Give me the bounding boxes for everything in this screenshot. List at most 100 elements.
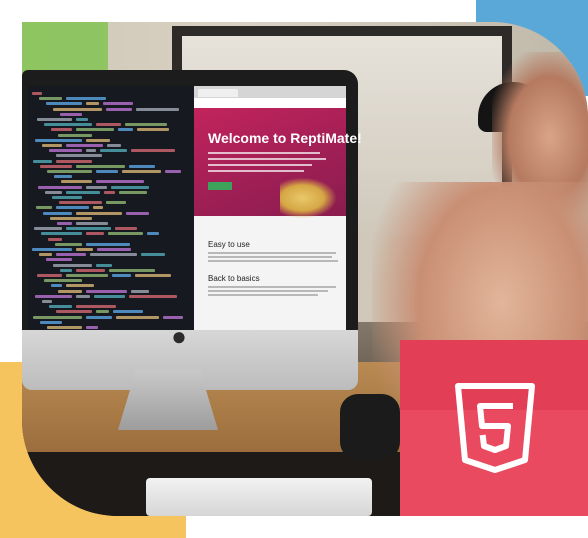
body-text-line	[208, 286, 336, 288]
code-line	[96, 180, 144, 184]
code-line	[32, 92, 42, 95]
code-line	[86, 242, 130, 246]
code-line	[43, 211, 72, 215]
section-title-back-to-basics: Back to basics	[208, 274, 260, 283]
code-line	[37, 118, 72, 121]
code-line	[49, 305, 72, 309]
hero-text-line	[208, 158, 326, 160]
code-line	[96, 263, 112, 267]
code-line	[108, 232, 143, 236]
code-line	[97, 248, 131, 251]
code-line	[39, 97, 62, 101]
code-line	[76, 248, 93, 251]
code-line	[57, 222, 72, 225]
code-line	[39, 253, 52, 257]
code-line	[76, 128, 114, 132]
body-text-line	[208, 294, 318, 296]
code-line	[33, 315, 82, 319]
code-line	[103, 102, 133, 106]
code-line	[106, 107, 132, 111]
code-line	[46, 102, 82, 106]
code-line	[58, 133, 92, 137]
html5-icon	[455, 383, 535, 473]
code-line	[96, 123, 121, 127]
code-line	[94, 294, 125, 298]
code-line	[47, 326, 82, 329]
code-line	[76, 164, 125, 168]
code-line	[141, 253, 165, 257]
code-line	[45, 190, 62, 194]
code-line	[137, 128, 169, 132]
code-line	[66, 144, 103, 147]
code-line	[112, 274, 131, 277]
code-line	[66, 274, 108, 277]
code-line	[107, 144, 121, 147]
code-line	[126, 211, 149, 215]
code-line	[51, 128, 72, 132]
hero-text-line	[208, 170, 304, 172]
code-line	[49, 149, 82, 153]
code-line	[40, 320, 62, 324]
body-text-line	[208, 252, 336, 254]
code-line	[76, 118, 88, 121]
code-line	[56, 154, 102, 158]
code-line	[53, 263, 92, 267]
code-line	[35, 138, 82, 142]
code-line	[119, 190, 147, 194]
code-line	[41, 232, 82, 236]
code-line	[76, 211, 122, 215]
body-text-line	[208, 256, 332, 258]
code-line	[113, 310, 143, 314]
code-line	[46, 258, 72, 262]
code-line	[115, 227, 137, 231]
code-line	[76, 294, 90, 298]
code-line	[86, 315, 112, 319]
code-line	[100, 149, 127, 153]
code-line	[109, 268, 155, 272]
code-line	[51, 284, 62, 288]
section-title-easy-to-use: Easy to use	[208, 240, 250, 249]
code-line	[53, 107, 102, 111]
code-line	[55, 242, 82, 246]
code-line	[93, 206, 103, 210]
code-line	[86, 289, 127, 293]
code-line	[35, 294, 72, 298]
code-line	[36, 206, 52, 210]
code-line	[76, 305, 116, 309]
code-line	[50, 216, 92, 220]
code-line	[38, 185, 82, 189]
code-line	[40, 164, 72, 168]
code-line	[86, 138, 110, 142]
code-line	[44, 279, 82, 283]
code-line	[122, 170, 161, 173]
hero-text-line	[208, 152, 320, 154]
hero-title: Welcome to ReptiMate!	[208, 130, 362, 146]
code-line	[96, 170, 118, 173]
browser-tab	[198, 89, 238, 97]
body-text-line	[208, 260, 338, 262]
code-line	[86, 185, 107, 189]
code-line	[60, 268, 72, 272]
code-line	[42, 300, 52, 303]
code-line	[66, 227, 111, 231]
code-line	[34, 227, 62, 231]
code-line	[163, 315, 183, 319]
code-line	[165, 170, 181, 173]
code-line	[90, 253, 137, 257]
body-text-line	[208, 290, 328, 292]
code-line	[104, 190, 115, 194]
code-line	[47, 170, 92, 173]
code-line	[66, 284, 94, 288]
code-line	[96, 310, 109, 314]
code-line	[135, 274, 171, 277]
code-line	[56, 310, 92, 314]
hero-button	[208, 182, 232, 190]
code-line	[76, 222, 108, 225]
code-line	[116, 315, 159, 319]
wristwatch	[340, 394, 400, 460]
code-line	[32, 248, 72, 251]
code-line	[131, 149, 175, 153]
code-line	[48, 237, 62, 241]
code-line	[59, 201, 102, 205]
code-line	[111, 185, 149, 189]
